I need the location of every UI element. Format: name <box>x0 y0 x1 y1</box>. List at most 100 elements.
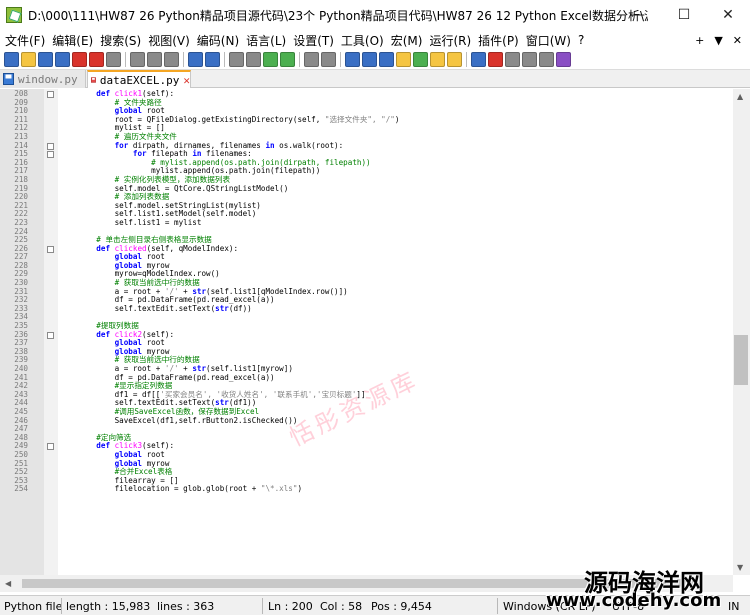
code-token: "选择文件夹", "/" <box>324 114 395 124</box>
record-macro-icon[interactable] <box>488 52 503 67</box>
function-list-icon[interactable] <box>430 52 445 67</box>
copy-icon[interactable] <box>147 52 162 67</box>
saved-file-icon <box>3 73 14 85</box>
close-icon[interactable] <box>72 52 87 67</box>
status-divider <box>497 598 498 614</box>
show-all-icon[interactable] <box>362 52 377 67</box>
cut-icon[interactable] <box>130 52 145 67</box>
code-token: ) <box>394 114 400 124</box>
sync-h-icon[interactable] <box>321 52 336 67</box>
toolbar-separator <box>125 52 126 67</box>
zoom-in-icon[interactable] <box>263 52 278 67</box>
window-title: D:\000\111\HW87 26 Python精品项目源代码\23个 Pyt… <box>28 8 648 23</box>
code-token: in <box>265 140 275 150</box>
menu-item[interactable]: 编码(N) <box>192 32 241 49</box>
replace-icon[interactable] <box>246 52 261 67</box>
code-line: 223 self.list1 = mylist <box>0 217 733 228</box>
menu-item[interactable]: 插件(P) <box>473 32 521 49</box>
code-editor[interactable]: 208 def click1(self): 209 # 文件夹路径 210 glob… <box>0 89 733 575</box>
new-tab-plus-icon[interactable]: + <box>695 34 704 47</box>
paste-icon[interactable] <box>164 52 179 67</box>
folder-workspace-icon[interactable] <box>447 52 462 67</box>
save-macro-icon[interactable] <box>556 52 571 67</box>
zoom-out-icon[interactable] <box>280 52 295 67</box>
print-icon[interactable] <box>106 52 121 67</box>
fold-toggle-icon[interactable] <box>47 151 54 159</box>
fold-toggle-icon[interactable] <box>47 331 54 339</box>
menu-item[interactable]: 编辑(E) <box>47 32 95 49</box>
udl-icon[interactable] <box>396 52 411 67</box>
toolbar-separator <box>299 52 300 67</box>
menu-item[interactable]: 设置(T) <box>288 32 336 49</box>
indent-guide-icon[interactable] <box>379 52 394 67</box>
status-divider <box>262 598 263 614</box>
tab-close-icon[interactable]: ✕ <box>183 74 190 87</box>
find-icon[interactable] <box>229 52 244 67</box>
site-url: www.codehy.com <box>546 590 722 611</box>
toolbar-separator <box>466 52 467 67</box>
close-window-button[interactable]: ✕ <box>706 0 750 30</box>
code-token: ) <box>297 484 303 494</box>
menu-right-controls: + ▼ ✕ <box>695 30 742 50</box>
code-token: SaveExcel(df1,self.rButton2.isChecked()) <box>78 415 298 425</box>
play-macro-icon[interactable] <box>522 52 537 67</box>
title-bar: D:\000\111\HW87 26 Python精品项目源代码\23个 Pyt… <box>0 0 750 30</box>
sync-v-icon[interactable] <box>304 52 319 67</box>
menu-item[interactable]: 文件(F) <box>0 32 47 49</box>
code-token: os.walk(root): <box>274 140 344 150</box>
toolbar-separator <box>224 52 225 67</box>
vertical-scroll-thumb[interactable] <box>734 335 748 385</box>
scroll-up-arrow-icon[interactable]: ▲ <box>737 92 743 101</box>
tab-window-py[interactable]: window.py <box>0 70 86 88</box>
save-icon[interactable] <box>38 52 53 67</box>
code-token: "\*.xls" <box>260 484 298 494</box>
stop-macro-icon[interactable] <box>505 52 520 67</box>
doc-map-icon[interactable] <box>413 52 428 67</box>
new-file-icon[interactable] <box>4 52 19 67</box>
code-line: 233 self.textEdit.setText(str(df)) <box>0 303 733 314</box>
scroll-left-arrow-icon[interactable]: ◀ <box>5 579 11 588</box>
code-token: filelocation = glob.glob(root + <box>78 484 261 494</box>
menu-item[interactable]: 搜索(S) <box>95 32 143 49</box>
undo-icon[interactable] <box>188 52 203 67</box>
save-all-icon[interactable] <box>55 52 70 67</box>
menu-item[interactable]: 视图(V) <box>143 32 192 49</box>
tab-list-dropdown-icon[interactable]: ▼ <box>714 34 722 47</box>
menu-item[interactable]: 语言(L) <box>241 32 288 49</box>
toolbar <box>0 50 750 70</box>
status-lines: lines : 363 <box>157 600 215 613</box>
menu-item[interactable]: 工具(O) <box>336 32 386 49</box>
tab-dataexcel-py[interactable]: dataEXCEL.py ✕ <box>87 70 191 88</box>
code-text: filelocation = glob.glob(root + "\*.xls"… <box>78 485 302 494</box>
code-token: self.list1 = mylist <box>78 217 202 227</box>
menu-item[interactable]: 窗口(W) <box>521 32 573 49</box>
code-line: 254 filelocation = glob.glob(root + "\*.… <box>0 485 733 494</box>
status-position: Pos : 9,454 <box>371 600 432 613</box>
menu-item[interactable]: 宏(M) <box>386 32 425 49</box>
vertical-scrollbar[interactable]: ▲ ▼ <box>733 89 750 575</box>
monitor-icon[interactable] <box>471 52 486 67</box>
toolbar-separator <box>340 52 341 67</box>
line-number: 254 <box>14 484 28 494</box>
modified-file-icon <box>91 77 96 83</box>
fold-toggle-icon[interactable] <box>47 91 54 98</box>
close-document-icon[interactable]: ✕ <box>733 34 742 47</box>
minimize-button[interactable]: — <box>616 0 660 30</box>
fold-toggle-icon[interactable] <box>47 142 54 150</box>
code-token: self.textEdit.setText( <box>78 303 216 313</box>
open-file-icon[interactable] <box>21 52 36 67</box>
fold-toggle-icon[interactable] <box>47 443 54 451</box>
status-column: Col : 58 <box>320 600 363 613</box>
status-length: length : 15,983 <box>66 600 151 613</box>
toolbar-separator <box>183 52 184 67</box>
redo-icon[interactable] <box>205 52 220 67</box>
notepad-plus-plus-app-icon <box>6 7 22 23</box>
menu-item[interactable]: ? <box>573 33 586 47</box>
code-token: str <box>215 303 229 313</box>
fold-toggle-icon[interactable] <box>47 245 54 253</box>
close-all-icon[interactable] <box>89 52 104 67</box>
word-wrap-icon[interactable] <box>345 52 360 67</box>
maximize-button[interactable]: ☐ <box>662 0 706 30</box>
play-multiple-icon[interactable] <box>539 52 554 67</box>
menu-item[interactable]: 运行(R) <box>424 32 473 49</box>
